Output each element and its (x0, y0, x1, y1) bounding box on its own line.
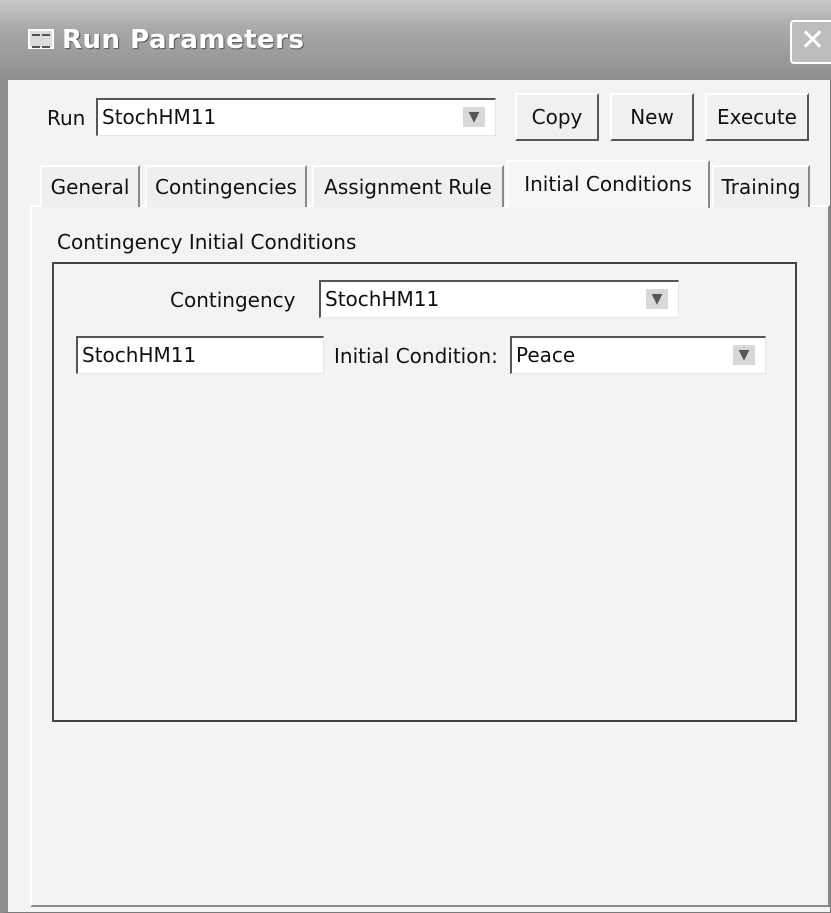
initial-condition-value: Peace (516, 343, 576, 367)
title-bar[interactable]: Run Parameters ✕ (0, 0, 831, 80)
run-value: StochHM11 (102, 105, 217, 129)
initial-condition-combo[interactable]: Peace ▼ (510, 336, 766, 374)
run-combo[interactable]: StochHM11 ▼ (96, 98, 496, 136)
contingency-group-box (52, 262, 797, 722)
chevron-down-icon[interactable]: ▼ (646, 289, 668, 309)
execute-button[interactable]: Execute (705, 93, 809, 141)
form-icon (28, 29, 54, 49)
tab-initial-conditions[interactable]: Initial Conditions (506, 160, 710, 208)
contingency-label: Contingency (170, 288, 296, 312)
new-button[interactable]: New (610, 93, 694, 141)
contingency-name-field[interactable]: StochHM11 (76, 336, 324, 374)
contingency-combo[interactable]: StochHM11 ▼ (319, 280, 679, 318)
close-icon: ✕ (800, 23, 826, 58)
close-button[interactable]: ✕ (790, 20, 831, 64)
tab-training[interactable]: Training (712, 165, 810, 207)
run-label: Run (47, 106, 86, 130)
initial-condition-label: Initial Condition: (334, 344, 498, 368)
tab-contingencies[interactable]: Contingencies (145, 165, 307, 207)
chevron-down-icon[interactable]: ▼ (463, 107, 485, 127)
copy-button[interactable]: Copy (515, 93, 599, 141)
group-title: Contingency Initial Conditions (57, 230, 357, 254)
contingency-value: StochHM11 (325, 287, 440, 311)
tab-general[interactable]: General (40, 165, 140, 207)
chevron-down-icon[interactable]: ▼ (733, 345, 755, 365)
tab-assignment-rule[interactable]: Assignment Rule (312, 165, 504, 207)
window-title: Run Parameters (62, 25, 305, 55)
